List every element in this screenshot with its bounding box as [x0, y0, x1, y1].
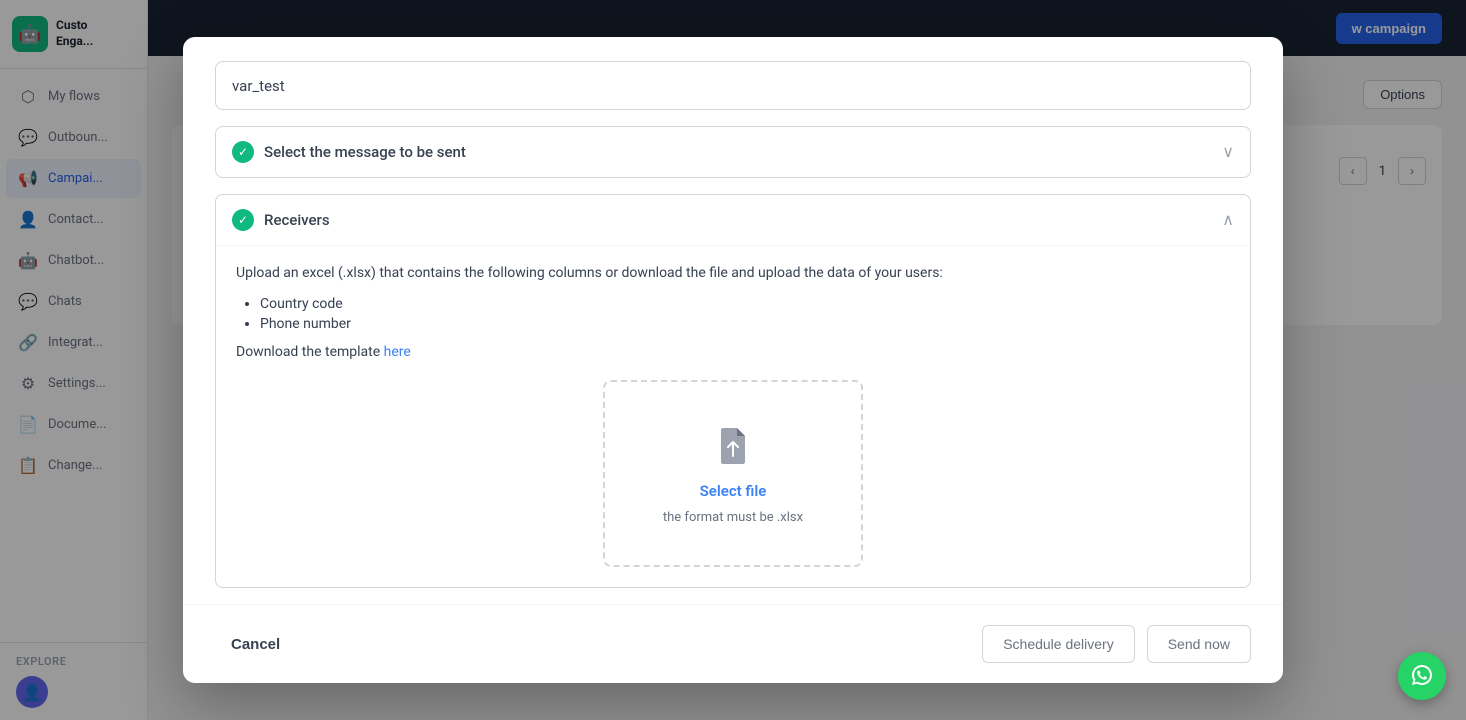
receivers-description: Upload an excel (.xlsx) that contains th…: [236, 262, 1230, 284]
receivers-header-left: ✓ Receivers: [232, 209, 330, 231]
section-header-left: ✓ Select the message to be sent: [232, 141, 466, 163]
file-upload-icon: [709, 422, 757, 470]
receivers-body: Upload an excel (.xlsx) that contains th…: [216, 245, 1250, 587]
schedule-delivery-button[interactable]: Schedule delivery: [982, 625, 1135, 663]
receivers-check-icon: ✓: [232, 209, 254, 231]
campaign-name-value: var_test: [232, 77, 285, 95]
select-message-title: Select the message to be sent: [264, 143, 466, 161]
download-template-link[interactable]: here: [384, 344, 411, 360]
select-message-section: ✓ Select the message to be sent ∨: [215, 126, 1251, 178]
receivers-section: ✓ Receivers ∧ Upload an excel (.xlsx) th…: [215, 194, 1251, 588]
select-message-check-icon: ✓: [232, 141, 254, 163]
select-message-chevron-icon: ∨: [1222, 142, 1234, 161]
modal-overlay: var_test ✓ Select the message to be sent…: [0, 0, 1466, 720]
receivers-bullet-list: Country code Phone number: [236, 296, 1230, 332]
download-template-text: Download the template here: [236, 344, 1230, 360]
receivers-title: Receivers: [264, 211, 330, 229]
campaign-name-field[interactable]: var_test: [215, 61, 1251, 110]
receivers-chevron-icon: ∧: [1222, 210, 1234, 229]
bullet-phone-number: Phone number: [260, 316, 1230, 332]
modal-footer: Cancel Schedule delivery Send now: [183, 604, 1283, 683]
modal: var_test ✓ Select the message to be sent…: [183, 37, 1283, 683]
whatsapp-fab-button[interactable]: [1398, 652, 1446, 700]
receivers-header[interactable]: ✓ Receivers ∧: [216, 195, 1250, 245]
select-message-header[interactable]: ✓ Select the message to be sent ∨: [216, 127, 1250, 177]
download-text-label: Download the template: [236, 344, 384, 360]
format-hint: the format must be .xlsx: [663, 510, 803, 525]
bullet-country-code: Country code: [260, 296, 1230, 312]
select-file-link[interactable]: Select file: [625, 482, 841, 500]
modal-body: var_test ✓ Select the message to be sent…: [183, 37, 1283, 588]
footer-right-buttons: Schedule delivery Send now: [982, 625, 1251, 663]
send-now-button[interactable]: Send now: [1147, 625, 1251, 663]
file-upload-area[interactable]: Select file the format must be .xlsx: [603, 380, 863, 567]
cancel-button[interactable]: Cancel: [215, 628, 296, 661]
